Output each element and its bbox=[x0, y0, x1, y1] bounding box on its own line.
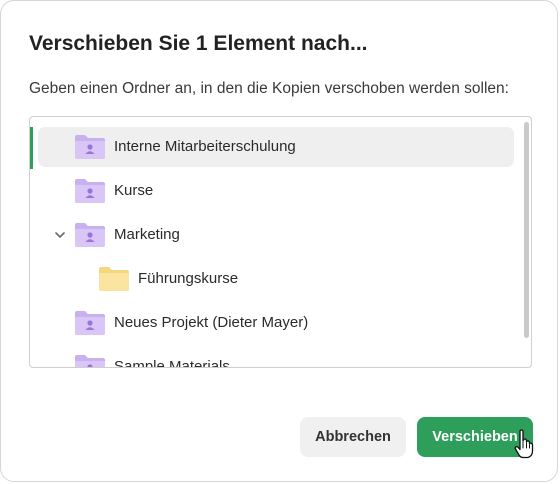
tree-item-marketing[interactable]: Marketing bbox=[38, 215, 514, 255]
shared-folder-icon bbox=[75, 311, 105, 335]
tree-item-sample-materials[interactable]: Sample Materials bbox=[38, 347, 514, 368]
shared-folder-icon bbox=[75, 355, 105, 367]
dialog-description: Geben einen Ordner an, in den die Kopien… bbox=[29, 80, 509, 97]
hand-pointer-cursor-icon bbox=[514, 429, 534, 459]
tree-item-label: Interne Mitarbeiterschulung bbox=[114, 138, 296, 155]
scrollbar[interactable] bbox=[521, 117, 531, 367]
tree-item-neues-projekt[interactable]: Neues Projekt (Dieter Mayer) bbox=[38, 303, 514, 343]
tree-item-label: Marketing bbox=[114, 226, 180, 243]
tree-item-interne-mitarbeiterschulung[interactable]: Interne Mitarbeiterschulung bbox=[38, 127, 514, 167]
shared-folder-icon bbox=[75, 223, 105, 247]
folder-icon bbox=[99, 267, 129, 291]
scrollbar-thumb[interactable] bbox=[524, 122, 529, 338]
folder-tree[interactable]: Interne Mitarbeiterschulung Kurse Market… bbox=[29, 116, 532, 368]
shared-folder-icon bbox=[75, 179, 105, 203]
cancel-button[interactable]: Abbrechen bbox=[300, 417, 406, 457]
selection-indicator bbox=[30, 127, 33, 169]
tree-item-label: Kurse bbox=[114, 182, 154, 199]
tree-item-fuehrungskurse[interactable]: Führungskurse bbox=[38, 259, 514, 299]
tree-item-label: Neues Projekt (Dieter Mayer) bbox=[114, 314, 309, 331]
tree-item-label: Führungskurse bbox=[138, 270, 239, 287]
tree-item-label: Sample Materials bbox=[114, 358, 230, 368]
move-dialog: Verschieben Sie 1 Element nach... Geben … bbox=[0, 0, 558, 482]
chevron-down-icon[interactable] bbox=[52, 227, 68, 243]
tree-item-kurse[interactable]: Kurse bbox=[38, 171, 514, 211]
shared-folder-icon bbox=[75, 135, 105, 159]
dialog-title: Verschieben Sie 1 Element nach... bbox=[29, 32, 368, 55]
